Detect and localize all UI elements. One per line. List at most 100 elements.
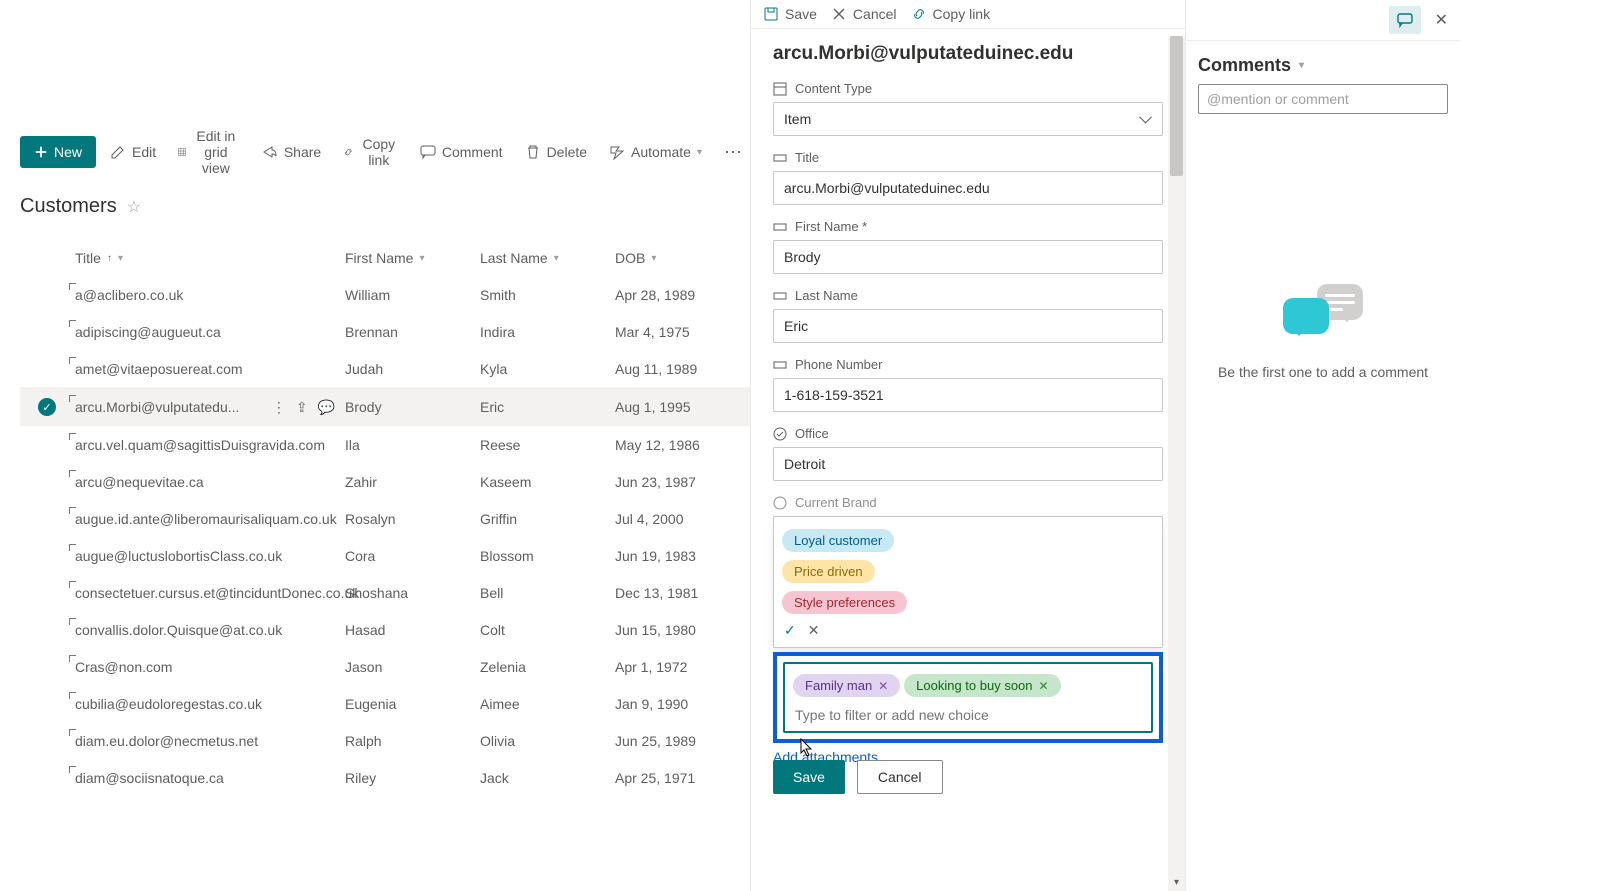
share-button[interactable]: Share xyxy=(254,136,329,168)
comment-input[interactable]: @mention or comment xyxy=(1198,84,1448,114)
row-lastname: Indira xyxy=(480,324,615,340)
panel-scrollbar[interactable]: ▴ ▾ xyxy=(1168,36,1185,891)
firstname-input[interactable]: Brody xyxy=(773,240,1163,274)
choice-option[interactable]: Style preferences xyxy=(782,591,907,614)
form-save-button[interactable]: Save xyxy=(773,760,845,794)
table-row[interactable]: diam@sociisnatoque.caRileyJackApr 25, 19… xyxy=(20,759,750,796)
row-firstname: Riley xyxy=(345,770,480,786)
row-lastname: Kaseem xyxy=(480,474,615,490)
row-lastname: Reese xyxy=(480,437,615,453)
lastname-input[interactable]: Eric xyxy=(773,309,1163,343)
table-row[interactable]: Cras@non.comJasonZeleniaApr 1, 1972 xyxy=(20,648,750,685)
table-row[interactable]: diam.eu.dolor@necmetus.netRalphOliviaJun… xyxy=(20,722,750,759)
table-row[interactable]: a@aclibero.co.ukWilliamSmithApr 28, 1989 xyxy=(20,276,750,313)
content-type-label: Content Type xyxy=(773,81,1163,96)
phone-input[interactable]: 1-618-159-3521 xyxy=(773,378,1163,412)
row-title: adipiscing@augueut.ca xyxy=(75,324,221,340)
more-actions-button[interactable]: ⋯ xyxy=(716,134,750,171)
row-lastname: Griffin xyxy=(480,511,615,527)
row-share-icon[interactable]: ⇪ xyxy=(296,399,308,416)
table-row[interactable]: amet@vitaeposuereat.comJudahKylaAug 11, … xyxy=(20,350,750,387)
office-input[interactable]: Detroit xyxy=(773,447,1163,481)
row-firstname: Cora xyxy=(345,548,480,564)
choice-option[interactable]: Price driven xyxy=(782,560,875,583)
edit-button[interactable]: Edit xyxy=(102,136,164,168)
column-header-title[interactable]: Title↑▾ xyxy=(75,250,345,266)
row-firstname: Eugenia xyxy=(345,696,480,712)
row-lastname: Olivia xyxy=(480,733,615,749)
row-title: amet@vitaeposuereat.com xyxy=(75,361,243,377)
remove-tag-icon[interactable]: ✕ xyxy=(878,679,888,693)
row-dob: Jan 9, 1990 xyxy=(615,696,750,712)
row-title: augue.id.ante@liberomaurisaliquam.co.uk xyxy=(75,511,337,527)
chevron-down-icon: ▾ xyxy=(697,147,702,158)
choice-filter-input[interactable] xyxy=(793,701,1143,725)
choice-dropdown[interactable]: Loyal customer Price driven Style prefer… xyxy=(773,516,1163,648)
close-icon[interactable]: ✕ xyxy=(1435,10,1448,30)
row-more-icon[interactable]: ⋮ xyxy=(272,399,286,416)
comment-button[interactable]: Comment xyxy=(412,136,511,168)
firstname-label: First Name * xyxy=(773,219,1163,234)
panel-cancel-button[interactable]: Cancel xyxy=(831,6,897,22)
row-title: diam.eu.dolor@necmetus.net xyxy=(75,733,258,749)
table-header: Title↑▾ First Name▾ Last Name▾ DOB▾ xyxy=(20,240,750,276)
column-header-firstname[interactable]: First Name▾ xyxy=(345,250,480,266)
panel-copylink-button[interactable]: Copy link xyxy=(911,6,991,22)
table-row[interactable]: cubilia@eudoloregestas.co.ukEugeniaAimee… xyxy=(20,685,750,722)
selected-tag[interactable]: Family man✕ xyxy=(793,674,900,697)
chevron-down-icon: ▾ xyxy=(651,253,656,264)
share-label: Share xyxy=(284,144,321,160)
chevron-down-icon: ▾ xyxy=(118,253,123,264)
title-input[interactable]: arcu.Morbi@vulputateduinec.edu xyxy=(773,171,1163,205)
row-title: diam@sociisnatoque.ca xyxy=(75,770,224,786)
delete-button[interactable]: Delete xyxy=(517,136,595,168)
choice-option[interactable]: Loyal customer xyxy=(782,529,894,552)
comments-title[interactable]: Comments ▾ xyxy=(1186,41,1460,84)
item-title: arcu.Morbi@vulputateduinec.edu xyxy=(773,43,1163,65)
table-row[interactable]: consectetuer.cursus.et@tinciduntDonec.co… xyxy=(20,574,750,611)
automate-button[interactable]: Automate ▾ xyxy=(601,136,710,168)
empty-comments-graphic xyxy=(1283,284,1363,344)
row-firstname: Jason xyxy=(345,659,480,675)
form-cancel-button[interactable]: Cancel xyxy=(857,760,943,794)
table-row[interactable]: arcu.vel.quam@sagittisDuisgravida.comIla… xyxy=(20,426,750,463)
cancel-icon[interactable]: ✕ xyxy=(808,622,820,639)
automate-label: Automate xyxy=(631,144,691,160)
row-firstname: Brennan xyxy=(345,324,480,340)
column-header-dob[interactable]: DOB▾ xyxy=(615,250,750,266)
chevron-down-icon: ▾ xyxy=(419,253,424,264)
row-firstname: Zahir xyxy=(345,474,480,490)
list-toolbar: New Edit Edit in grid view Share Copy li… xyxy=(20,120,750,184)
table-row[interactable]: augue.id.ante@liberomaurisaliquam.co.ukR… xyxy=(20,500,750,537)
comments-toggle-icon[interactable] xyxy=(1389,6,1421,34)
table-row[interactable]: ✓arcu.Morbi@vulputatedu... ⋮ ⇪ 💬 BrodyEr… xyxy=(20,387,750,426)
scroll-down-icon[interactable]: ▾ xyxy=(1168,874,1185,891)
content-type-select[interactable]: Item xyxy=(773,102,1163,136)
scroll-thumb[interactable] xyxy=(1170,36,1183,176)
table-row[interactable]: augue@luctuslobortisClass.co.ukCoraBloss… xyxy=(20,537,750,574)
table-row[interactable]: convallis.dolor.Quisque@at.co.ukHasadCol… xyxy=(20,611,750,648)
remove-tag-icon[interactable]: ✕ xyxy=(1039,679,1049,693)
row-comment-icon[interactable]: 💬 xyxy=(318,399,335,416)
column-header-lastname[interactable]: Last Name▾ xyxy=(480,250,615,266)
new-button[interactable]: New xyxy=(20,136,96,168)
edit-label: Edit xyxy=(132,144,156,160)
row-firstname: Shoshana xyxy=(345,585,480,601)
confirm-icon[interactable]: ✓ xyxy=(784,622,796,639)
table-row[interactable]: adipiscing@augueut.caBrennanIndiraMar 4,… xyxy=(20,313,750,350)
edit-grid-label: Edit in grid view xyxy=(192,128,240,176)
title-field-label: Title xyxy=(773,150,1163,165)
edit-grid-button[interactable]: Edit in grid view xyxy=(170,120,248,184)
selected-tag[interactable]: Looking to buy soon✕ xyxy=(904,674,1060,697)
row-dob: Jun 15, 1980 xyxy=(615,622,750,638)
table-row[interactable]: arcu@nequevitae.caZahirKaseemJun 23, 198… xyxy=(20,463,750,500)
tag-input[interactable]: Family man✕ Looking to buy soon✕ xyxy=(783,662,1153,733)
row-title: a@aclibero.co.uk xyxy=(75,287,183,303)
row-lastname: Aimee xyxy=(480,696,615,712)
row-dob: Jun 25, 1989 xyxy=(615,733,750,749)
new-button-label: New xyxy=(54,144,82,160)
copy-link-button[interactable]: Copy link xyxy=(335,128,406,176)
favorite-star-icon[interactable]: ☆ xyxy=(127,197,141,217)
selected-check-icon[interactable]: ✓ xyxy=(38,398,56,416)
panel-save-button[interactable]: Save xyxy=(763,6,817,22)
